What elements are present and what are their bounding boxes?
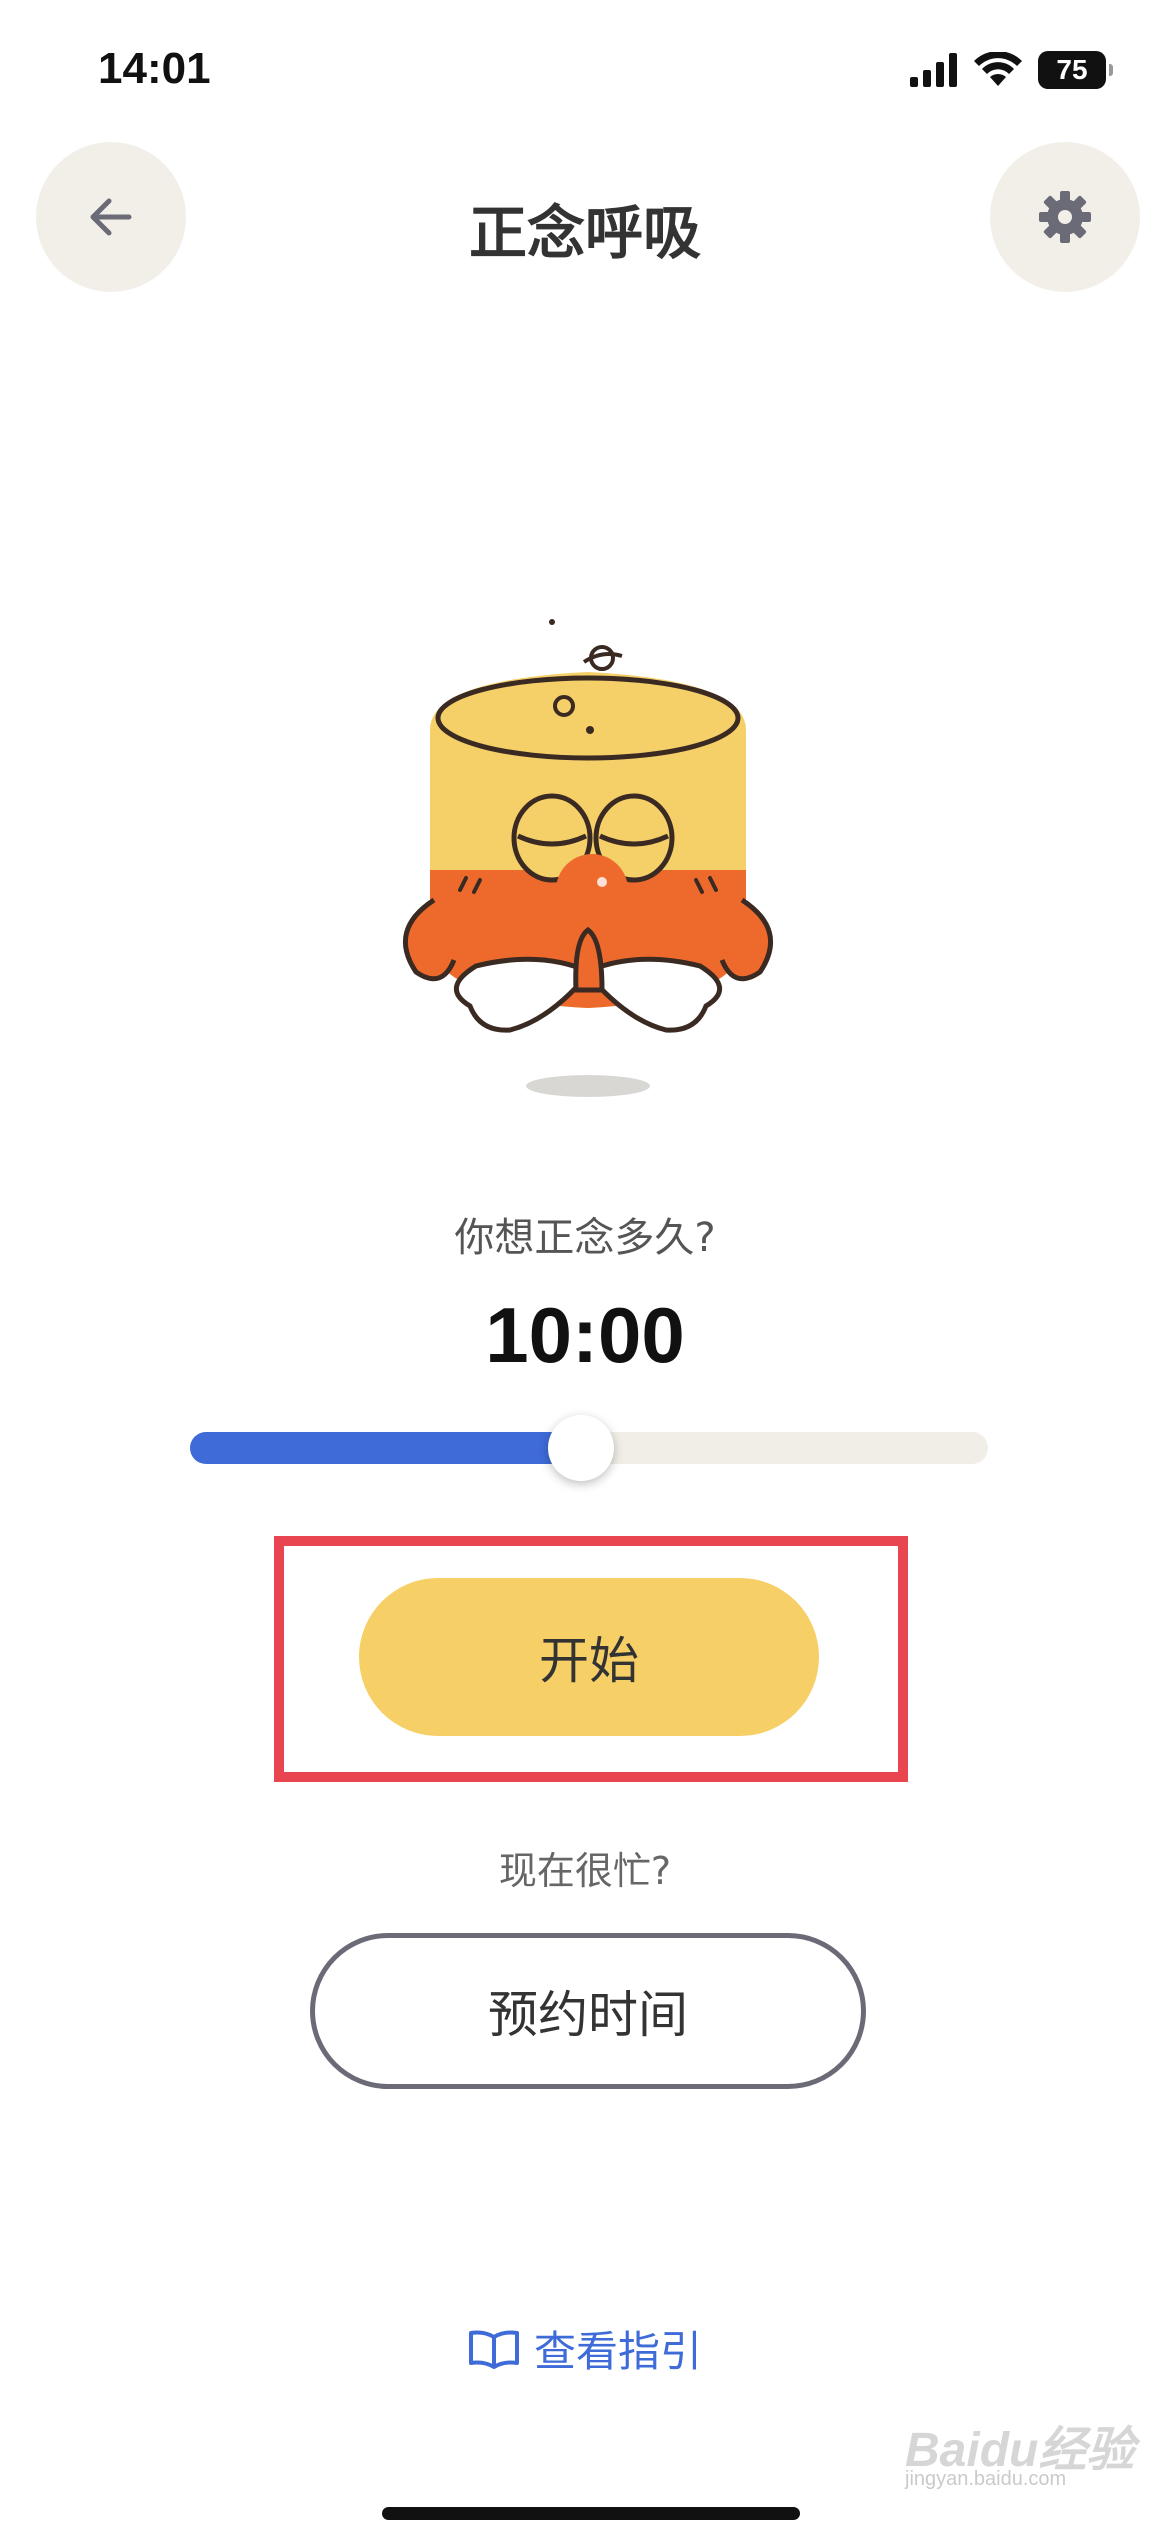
- duration-slider-fill: [190, 1432, 582, 1464]
- meditating-mascot-illustration: [402, 619, 774, 1097]
- baidu-watermark-url: jingyan.baidu.com: [905, 2468, 1067, 2490]
- start-button[interactable]: 开始: [359, 1578, 819, 1736]
- duration-slider-handle[interactable]: [548, 1415, 615, 1481]
- duration-question: 你想正念多久?: [454, 1215, 716, 1261]
- status-icons: 75: [910, 48, 1113, 92]
- wifi-icon: [974, 52, 1022, 86]
- battery-icon: 75: [1038, 51, 1113, 89]
- busy-prompt: 现在很忙?: [498, 1849, 672, 1893]
- settings-button[interactable]: [990, 142, 1140, 292]
- signal-icon: [910, 53, 957, 87]
- gear-icon: [1039, 191, 1091, 243]
- home-indicator[interactable]: [382, 2507, 800, 2520]
- open-book-icon: [468, 2330, 519, 2369]
- battery-level: 75: [1056, 54, 1088, 85]
- schedule-button[interactable]: 预约时间: [310, 1933, 866, 2089]
- duration-value: 10:00: [485, 1291, 685, 1379]
- status-time: 14:01: [98, 44, 211, 93]
- view-guide-link[interactable]: 查看指引: [0, 2318, 1170, 2379]
- view-guide-label: 查看指引: [533, 2327, 702, 2376]
